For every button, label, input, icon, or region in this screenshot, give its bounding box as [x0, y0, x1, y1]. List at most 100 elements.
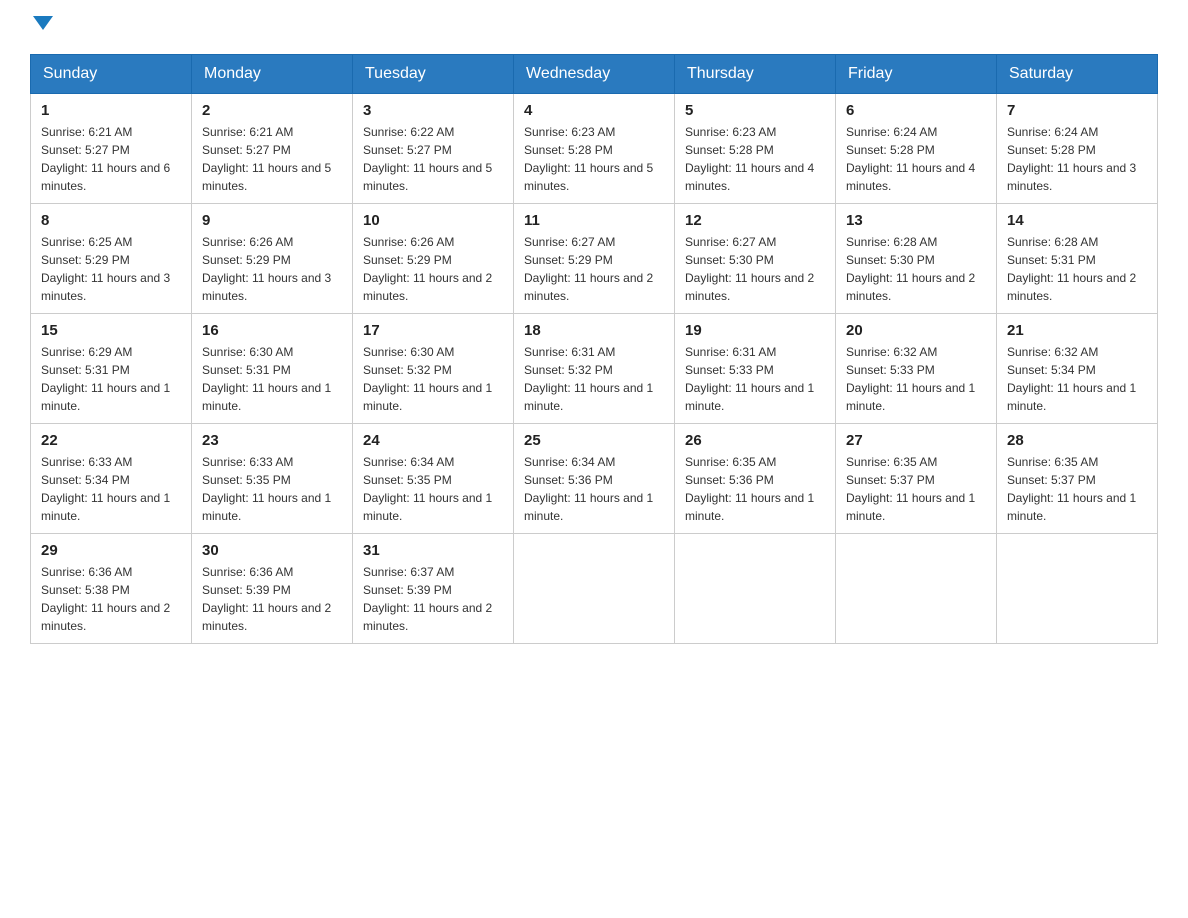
day-info: Sunrise: 6:35 AMSunset: 5:36 PMDaylight:…: [685, 455, 814, 523]
day-info: Sunrise: 6:31 AMSunset: 5:33 PMDaylight:…: [685, 345, 814, 413]
day-number: 10: [363, 212, 503, 229]
calendar-week-2: 8 Sunrise: 6:25 AMSunset: 5:29 PMDayligh…: [31, 204, 1158, 314]
day-number: 7: [1007, 102, 1147, 119]
day-number: 18: [524, 322, 664, 339]
day-number: 29: [41, 542, 181, 559]
day-number: 1: [41, 102, 181, 119]
calendar-cell: 13 Sunrise: 6:28 AMSunset: 5:30 PMDaylig…: [836, 204, 997, 314]
day-number: 20: [846, 322, 986, 339]
day-number: 15: [41, 322, 181, 339]
day-number: 28: [1007, 432, 1147, 449]
day-number: 17: [363, 322, 503, 339]
day-info: Sunrise: 6:25 AMSunset: 5:29 PMDaylight:…: [41, 235, 170, 303]
calendar-cell: 14 Sunrise: 6:28 AMSunset: 5:31 PMDaylig…: [997, 204, 1158, 314]
calendar-cell: 30 Sunrise: 6:36 AMSunset: 5:39 PMDaylig…: [192, 534, 353, 644]
day-info: Sunrise: 6:36 AMSunset: 5:39 PMDaylight:…: [202, 565, 331, 633]
day-info: Sunrise: 6:33 AMSunset: 5:34 PMDaylight:…: [41, 455, 170, 523]
day-info: Sunrise: 6:22 AMSunset: 5:27 PMDaylight:…: [363, 125, 492, 193]
day-number: 8: [41, 212, 181, 229]
day-info: Sunrise: 6:21 AMSunset: 5:27 PMDaylight:…: [202, 125, 331, 193]
calendar-cell: 9 Sunrise: 6:26 AMSunset: 5:29 PMDayligh…: [192, 204, 353, 314]
day-info: Sunrise: 6:23 AMSunset: 5:28 PMDaylight:…: [685, 125, 814, 193]
calendar-cell: 23 Sunrise: 6:33 AMSunset: 5:35 PMDaylig…: [192, 424, 353, 534]
day-info: Sunrise: 6:29 AMSunset: 5:31 PMDaylight:…: [41, 345, 170, 413]
calendar-cell: 8 Sunrise: 6:25 AMSunset: 5:29 PMDayligh…: [31, 204, 192, 314]
day-info: Sunrise: 6:37 AMSunset: 5:39 PMDaylight:…: [363, 565, 492, 633]
calendar-cell: 1 Sunrise: 6:21 AMSunset: 5:27 PMDayligh…: [31, 94, 192, 204]
day-number: 5: [685, 102, 825, 119]
day-number: 14: [1007, 212, 1147, 229]
header-day-sunday: Sunday: [31, 55, 192, 94]
day-info: Sunrise: 6:28 AMSunset: 5:31 PMDaylight:…: [1007, 235, 1136, 303]
calendar-cell: 25 Sunrise: 6:34 AMSunset: 5:36 PMDaylig…: [514, 424, 675, 534]
calendar-cell: [997, 534, 1158, 644]
calendar-cell: 24 Sunrise: 6:34 AMSunset: 5:35 PMDaylig…: [353, 424, 514, 534]
day-number: 22: [41, 432, 181, 449]
day-number: 30: [202, 542, 342, 559]
day-number: 6: [846, 102, 986, 119]
calendar-week-3: 15 Sunrise: 6:29 AMSunset: 5:31 PMDaylig…: [31, 314, 1158, 424]
calendar-cell: [836, 534, 997, 644]
calendar-cell: 5 Sunrise: 6:23 AMSunset: 5:28 PMDayligh…: [675, 94, 836, 204]
calendar-cell: 28 Sunrise: 6:35 AMSunset: 5:37 PMDaylig…: [997, 424, 1158, 534]
day-info: Sunrise: 6:30 AMSunset: 5:31 PMDaylight:…: [202, 345, 331, 413]
calendar-cell: 22 Sunrise: 6:33 AMSunset: 5:34 PMDaylig…: [31, 424, 192, 534]
day-info: Sunrise: 6:34 AMSunset: 5:35 PMDaylight:…: [363, 455, 492, 523]
day-number: 12: [685, 212, 825, 229]
calendar-cell: 6 Sunrise: 6:24 AMSunset: 5:28 PMDayligh…: [836, 94, 997, 204]
day-info: Sunrise: 6:24 AMSunset: 5:28 PMDaylight:…: [1007, 125, 1136, 193]
calendar-cell: 16 Sunrise: 6:30 AMSunset: 5:31 PMDaylig…: [192, 314, 353, 424]
calendar-cell: 17 Sunrise: 6:30 AMSunset: 5:32 PMDaylig…: [353, 314, 514, 424]
day-info: Sunrise: 6:27 AMSunset: 5:30 PMDaylight:…: [685, 235, 814, 303]
day-info: Sunrise: 6:27 AMSunset: 5:29 PMDaylight:…: [524, 235, 653, 303]
header-day-saturday: Saturday: [997, 55, 1158, 94]
calendar-cell: 21 Sunrise: 6:32 AMSunset: 5:34 PMDaylig…: [997, 314, 1158, 424]
day-number: 25: [524, 432, 664, 449]
logo: [30, 20, 53, 34]
day-number: 9: [202, 212, 342, 229]
calendar-cell: [675, 534, 836, 644]
logo-triangle-icon: [33, 16, 53, 30]
day-number: 24: [363, 432, 503, 449]
day-number: 23: [202, 432, 342, 449]
calendar-cell: 27 Sunrise: 6:35 AMSunset: 5:37 PMDaylig…: [836, 424, 997, 534]
day-number: 19: [685, 322, 825, 339]
day-info: Sunrise: 6:26 AMSunset: 5:29 PMDaylight:…: [363, 235, 492, 303]
day-info: Sunrise: 6:23 AMSunset: 5:28 PMDaylight:…: [524, 125, 653, 193]
calendar-cell: 18 Sunrise: 6:31 AMSunset: 5:32 PMDaylig…: [514, 314, 675, 424]
day-info: Sunrise: 6:35 AMSunset: 5:37 PMDaylight:…: [1007, 455, 1136, 523]
calendar-cell: 7 Sunrise: 6:24 AMSunset: 5:28 PMDayligh…: [997, 94, 1158, 204]
header-day-friday: Friday: [836, 55, 997, 94]
day-number: 16: [202, 322, 342, 339]
day-info: Sunrise: 6:34 AMSunset: 5:36 PMDaylight:…: [524, 455, 653, 523]
calendar-cell: [514, 534, 675, 644]
page-header: [30, 20, 1158, 34]
day-number: 3: [363, 102, 503, 119]
header-day-thursday: Thursday: [675, 55, 836, 94]
day-info: Sunrise: 6:24 AMSunset: 5:28 PMDaylight:…: [846, 125, 975, 193]
calendar-table: SundayMondayTuesdayWednesdayThursdayFrid…: [30, 54, 1158, 644]
day-info: Sunrise: 6:32 AMSunset: 5:33 PMDaylight:…: [846, 345, 975, 413]
calendar-cell: 11 Sunrise: 6:27 AMSunset: 5:29 PMDaylig…: [514, 204, 675, 314]
day-info: Sunrise: 6:28 AMSunset: 5:30 PMDaylight:…: [846, 235, 975, 303]
calendar-cell: 26 Sunrise: 6:35 AMSunset: 5:36 PMDaylig…: [675, 424, 836, 534]
calendar-cell: 10 Sunrise: 6:26 AMSunset: 5:29 PMDaylig…: [353, 204, 514, 314]
calendar-week-4: 22 Sunrise: 6:33 AMSunset: 5:34 PMDaylig…: [31, 424, 1158, 534]
day-info: Sunrise: 6:35 AMSunset: 5:37 PMDaylight:…: [846, 455, 975, 523]
calendar-week-1: 1 Sunrise: 6:21 AMSunset: 5:27 PMDayligh…: [31, 94, 1158, 204]
calendar-cell: 2 Sunrise: 6:21 AMSunset: 5:27 PMDayligh…: [192, 94, 353, 204]
day-number: 27: [846, 432, 986, 449]
day-info: Sunrise: 6:30 AMSunset: 5:32 PMDaylight:…: [363, 345, 492, 413]
calendar-cell: 20 Sunrise: 6:32 AMSunset: 5:33 PMDaylig…: [836, 314, 997, 424]
day-number: 13: [846, 212, 986, 229]
day-info: Sunrise: 6:26 AMSunset: 5:29 PMDaylight:…: [202, 235, 331, 303]
day-info: Sunrise: 6:31 AMSunset: 5:32 PMDaylight:…: [524, 345, 653, 413]
calendar-cell: 3 Sunrise: 6:22 AMSunset: 5:27 PMDayligh…: [353, 94, 514, 204]
day-info: Sunrise: 6:33 AMSunset: 5:35 PMDaylight:…: [202, 455, 331, 523]
day-number: 2: [202, 102, 342, 119]
header-row: SundayMondayTuesdayWednesdayThursdayFrid…: [31, 55, 1158, 94]
day-number: 31: [363, 542, 503, 559]
day-number: 4: [524, 102, 664, 119]
calendar-week-5: 29 Sunrise: 6:36 AMSunset: 5:38 PMDaylig…: [31, 534, 1158, 644]
calendar-cell: 29 Sunrise: 6:36 AMSunset: 5:38 PMDaylig…: [31, 534, 192, 644]
